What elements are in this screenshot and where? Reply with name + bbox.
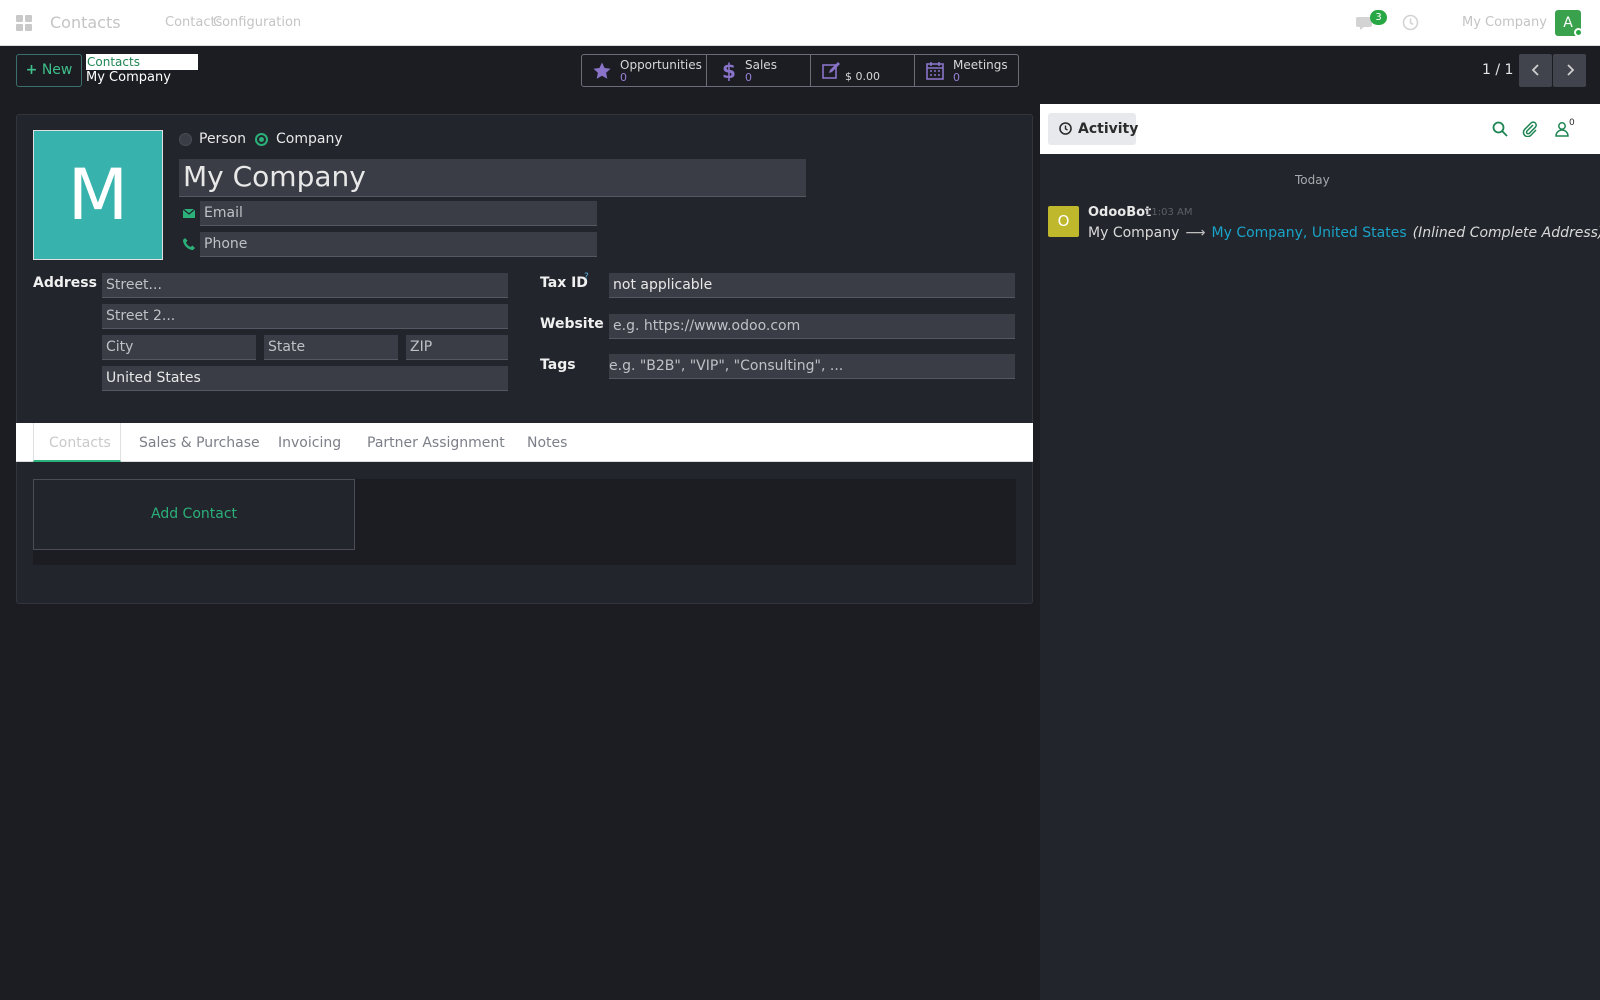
tab-contacts[interactable]: Contacts — [49, 435, 111, 451]
street-input[interactable]: Street... — [102, 273, 508, 298]
arrow-right-icon: ⟶ — [1185, 225, 1206, 241]
notebook-tabs: Contacts Sales & Purchase Invoicing Part… — [16, 423, 1033, 462]
state-input[interactable]: State — [264, 335, 398, 360]
taxid-label: Tax ID — [540, 275, 588, 291]
type-person-label[interactable]: Person — [199, 131, 246, 147]
street2-input[interactable]: Street 2... — [102, 304, 508, 329]
follower-user-icon[interactable] — [1554, 121, 1570, 137]
tab-partner-assignment[interactable]: Partner Assignment — [367, 435, 505, 451]
breadcrumb-current: My Company — [86, 70, 171, 85]
company-avatar[interactable]: M — [33, 130, 163, 260]
breadcrumb-contacts[interactable]: Contacts — [86, 54, 198, 70]
company-name-input[interactable]: My Company — [179, 159, 806, 197]
tags-label: Tags — [540, 357, 576, 373]
pager-next-button[interactable] — [1553, 54, 1586, 87]
menu-configuration[interactable]: Configuration — [213, 15, 301, 30]
activity-button[interactable]: Activity — [1048, 113, 1139, 145]
smart-buttons: Opportunities 0 $ Sales 0 $ 0.00 Meeting… — [581, 54, 1019, 87]
star-icon — [593, 62, 611, 79]
add-contact-button[interactable]: Add Contact — [33, 479, 355, 550]
tracking-message: My Company ⟶ My Company, United States (Inl… — [1088, 225, 1600, 241]
calendar-icon — [926, 62, 944, 80]
svg-text:$: $ — [722, 61, 736, 81]
taxid-input[interactable]: not applicable — [609, 273, 1015, 298]
chevron-right-icon — [1567, 64, 1575, 76]
paperclip-icon[interactable] — [1522, 121, 1538, 137]
pager-counter[interactable]: 1 / 1 — [1482, 62, 1513, 78]
activity-clock-icon[interactable] — [1402, 14, 1419, 31]
city-input[interactable]: City — [102, 335, 256, 360]
pager-previous-button[interactable] — [1519, 54, 1552, 87]
online-status-dot — [1574, 28, 1583, 37]
top-navbar: Contacts Contacts Configuration 3 My Com… — [0, 0, 1600, 46]
sales-button[interactable]: $ Sales 0 — [707, 55, 811, 86]
company-switcher[interactable]: My Company — [1462, 15, 1547, 30]
day-separator: Today — [1295, 173, 1330, 187]
type-company-radio[interactable] — [255, 133, 268, 146]
tracking-new-value: My Company, United States — [1211, 225, 1407, 241]
email-field[interactable]: Email — [200, 201, 597, 226]
message-time: 11:03 AM — [1145, 207, 1193, 218]
website-label: Website — [540, 316, 604, 332]
clock-icon — [1059, 122, 1072, 135]
new-button[interactable]: + New — [16, 54, 82, 87]
odoobot-avatar[interactable]: O — [1048, 206, 1079, 237]
opportunities-value: 0 — [620, 71, 627, 84]
type-company-label[interactable]: Company — [276, 131, 343, 147]
tags-input[interactable]: e.g. "B2B", "VIP", "Consulting", ... — [609, 354, 1015, 379]
chat-badge: 3 — [1370, 10, 1387, 25]
sales-label: Sales — [745, 58, 777, 72]
apps-menu-icon[interactable] — [16, 15, 32, 31]
followers-count: 0 — [1569, 118, 1575, 128]
search-icon[interactable] — [1492, 121, 1508, 137]
phone-icon — [183, 238, 195, 250]
plus-icon: + — [25, 62, 38, 78]
invoiced-button[interactable]: $ 0.00 — [811, 55, 915, 86]
meetings-button[interactable]: Meetings 0 — [915, 55, 1018, 86]
opportunities-button[interactable]: Opportunities 0 — [582, 55, 707, 86]
sales-value: 0 — [745, 71, 752, 84]
dollar-icon: $ — [722, 61, 736, 81]
taxid-help-icon[interactable]: ? — [584, 272, 589, 282]
chevron-left-icon — [1531, 64, 1539, 76]
edit-icon — [822, 62, 840, 79]
type-person-radio[interactable] — [179, 133, 192, 146]
opportunities-label: Opportunities — [620, 58, 702, 72]
tab-sales-purchase[interactable]: Sales & Purchase — [139, 435, 260, 451]
tab-invoicing[interactable]: Invoicing — [278, 435, 341, 451]
tracking-old-value: My Company — [1088, 225, 1180, 241]
invoiced-value: $ 0.00 — [845, 70, 880, 83]
new-button-label: New — [41, 62, 73, 78]
zip-input[interactable]: ZIP — [406, 335, 508, 360]
website-input[interactable]: e.g. https://www.odoo.com — [609, 314, 1015, 339]
meetings-value: 0 — [953, 71, 960, 84]
country-select[interactable]: United States — [102, 366, 508, 391]
meetings-label: Meetings — [953, 58, 1008, 72]
tracking-field-name: (Inlined Complete Address) — [1412, 225, 1600, 241]
app-name[interactable]: Contacts — [50, 13, 121, 32]
phone-field[interactable]: Phone — [200, 232, 597, 257]
envelope-icon — [182, 208, 196, 218]
tab-notes[interactable]: Notes — [527, 435, 567, 451]
message-author[interactable]: OdooBot — [1088, 205, 1151, 220]
activity-label: Activity — [1078, 121, 1139, 137]
address-label: Address — [33, 275, 97, 291]
